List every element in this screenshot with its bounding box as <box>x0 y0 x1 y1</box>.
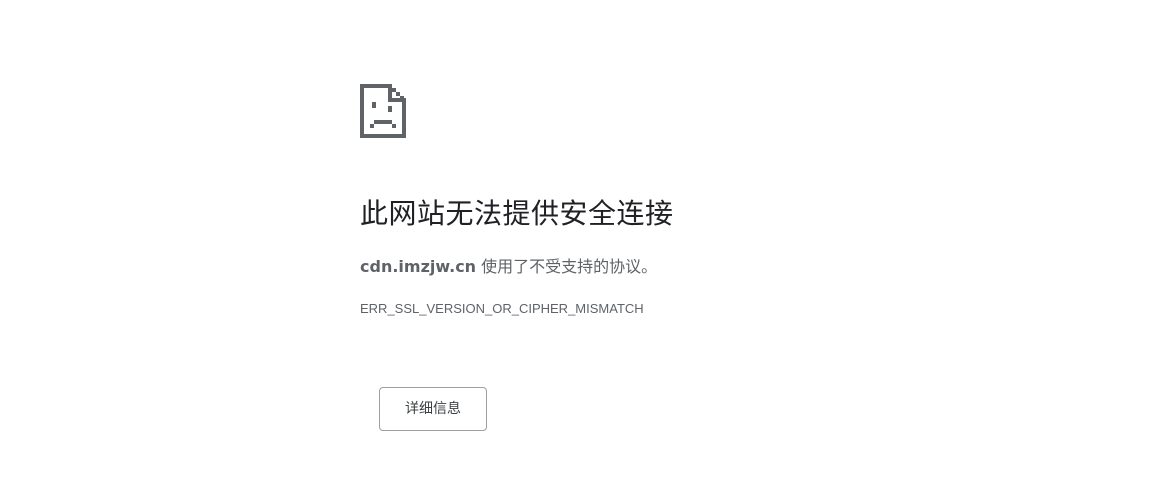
error-code: ERR_SSL_VERSION_OR_CIPHER_MISMATCH <box>360 301 644 316</box>
host-name: cdn.imzjw.cn <box>360 257 477 276</box>
details-button[interactable]: 详细信息 <box>379 387 487 431</box>
page-title: 此网站无法提供安全连接 <box>360 197 674 230</box>
sad-file-icon <box>360 84 406 138</box>
summary-text: 使用了不受支持的协议。 <box>476 257 658 276</box>
error-page: 此网站无法提供安全连接 cdn.imzjw.cn 使用了不受支持的协议。 ERR… <box>0 0 1176 502</box>
error-summary: cdn.imzjw.cn 使用了不受支持的协议。 <box>360 255 657 279</box>
